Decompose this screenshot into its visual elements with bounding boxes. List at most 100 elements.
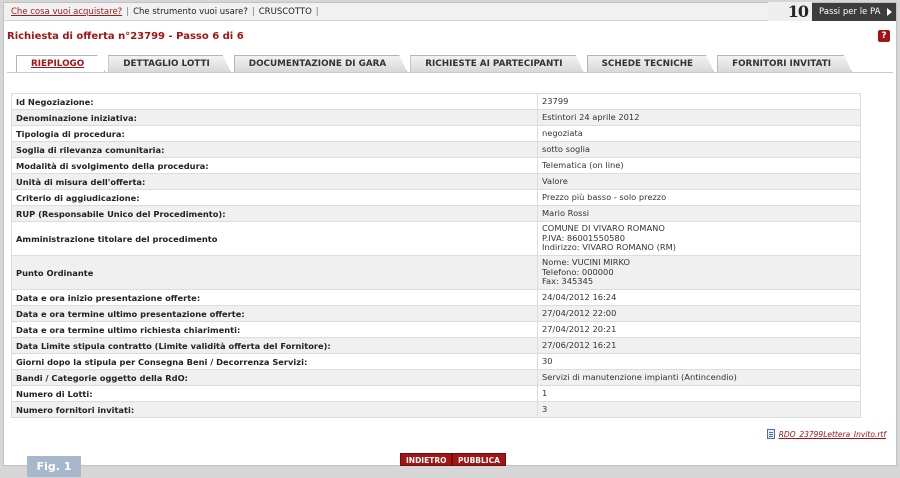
row-value-line: 23799 bbox=[542, 95, 569, 106]
row-key: Data e ora inizio presentazione offerte: bbox=[11, 289, 538, 306]
row-key: RUP (Responsabile Unico del Procedimento… bbox=[11, 205, 538, 222]
row-value-line: Prezzo più basso - solo prezzo bbox=[542, 191, 667, 202]
table-row: Data Limite stipula contratto (Limite va… bbox=[11, 337, 861, 354]
table-row: Tipologia di procedura: negoziata bbox=[11, 125, 861, 142]
row-value: negoziata bbox=[537, 125, 861, 142]
row-value: 1 bbox=[537, 385, 861, 402]
row-value-line: Telematica (on line) bbox=[542, 159, 624, 170]
row-key: Giorni dopo la stipula per Consegna Beni… bbox=[11, 353, 538, 370]
table-row: Bandi / Categorie oggetto della RdO: Serv… bbox=[11, 369, 861, 386]
table-row: Denominazione iniziativa: Estintori 24 ap… bbox=[11, 109, 861, 126]
top-links: Che cosa vuoi acquistare? | Che strumento … bbox=[11, 7, 323, 17]
back-button[interactable]: INDIETRO bbox=[400, 453, 453, 466]
row-value-line: Valore bbox=[542, 175, 568, 186]
table-row: Unità di misura dell'offerta: Valore bbox=[11, 173, 861, 190]
row-value: Mario Rossi bbox=[537, 205, 861, 222]
row-value-line: 27/04/2012 20:21 bbox=[542, 323, 617, 334]
tab-documentazione-gara[interactable]: DOCUMENTAZIONE DI GARA bbox=[234, 55, 407, 72]
badge-number: 10 bbox=[768, 2, 812, 21]
row-value: COMUNE DI VIVARO ROMANO P.IVA: 8600155058… bbox=[537, 221, 861, 256]
row-value: Valore bbox=[537, 173, 861, 190]
row-value: 30 bbox=[537, 353, 861, 370]
table-row: Punto Ordinante Nome: VUCINI MIRKO Telefon… bbox=[11, 255, 861, 290]
table-row: Data e ora inizio presentazione offerte:… bbox=[11, 289, 861, 306]
row-value: 27/04/2012 20:21 bbox=[537, 321, 861, 338]
separator: | bbox=[251, 7, 255, 17]
row-value: Estintori 24 aprile 2012 bbox=[537, 109, 861, 126]
tab-bar: RIEPILOGO DETTAGLIO LOTTI DOCUMENTAZIONE… bbox=[16, 55, 855, 72]
table-row: RUP (Responsabile Unico del Procedimento… bbox=[11, 205, 861, 222]
tab-riepilogo[interactable]: RIEPILOGO bbox=[16, 55, 105, 72]
table-row: Data e ora termine ultimo presentazione … bbox=[11, 305, 861, 322]
table-row: Amministrazione titolare del procediment… bbox=[11, 221, 861, 256]
row-key: Punto Ordinante bbox=[11, 255, 538, 290]
row-value-line: 24/04/2012 16:24 bbox=[542, 291, 617, 302]
screenshot-frame: Che cosa vuoi acquistare? | Che strumento … bbox=[0, 0, 900, 478]
row-value-line: Fax: 345345 bbox=[542, 276, 594, 287]
row-key: Id Negoziazione: bbox=[11, 93, 538, 110]
row-key: Amministrazione titolare del procediment… bbox=[11, 221, 538, 256]
table-row: Soglia di rilevanza comunitaria: sotto so… bbox=[11, 141, 861, 158]
row-key: Data e ora termine ultimo presentazione … bbox=[11, 305, 538, 322]
row-value-line: Indirizzo: VIVARO ROMANO (RM) bbox=[542, 242, 676, 253]
table-row: Numero fornitori invitati: 3 bbox=[11, 401, 861, 418]
link-che-strumento[interactable]: Che strumento vuoi usare? bbox=[133, 7, 248, 17]
row-value: Nome: VUCINI MIRKO Telefono: 000000 Fax: 3… bbox=[537, 255, 861, 290]
row-key: Denominazione iniziativa: bbox=[11, 109, 538, 126]
app-window: Che cosa vuoi acquistare? | Che strumento … bbox=[3, 2, 897, 466]
table-row: Id Negoziazione: 23799 bbox=[11, 93, 861, 110]
badge-label-box: Passi per le PA bbox=[812, 3, 896, 21]
row-value-line: 1 bbox=[542, 387, 548, 398]
row-value-line: sotto soglia bbox=[542, 143, 590, 154]
tab-divider bbox=[7, 72, 893, 73]
row-value-line: 27/06/2012 16:21 bbox=[542, 339, 617, 350]
table-row: Modalità di svolgimento della procedura:… bbox=[11, 157, 861, 174]
link-cruscotto[interactable]: CRUSCOTTO bbox=[259, 7, 312, 17]
row-value-line: negoziata bbox=[542, 127, 583, 138]
document-icon bbox=[766, 429, 775, 439]
row-key: Data e ora termine ultimo richiesta chia… bbox=[11, 321, 538, 338]
row-value: 27/06/2012 16:21 bbox=[537, 337, 861, 354]
tab-fornitori-invitati[interactable]: FORNITORI INVITATI bbox=[717, 55, 852, 72]
attachment-link[interactable]: RDO_23799Lettera_Invito.rtf bbox=[766, 429, 886, 439]
row-key: Numero fornitori invitati: bbox=[11, 401, 538, 418]
separator: | bbox=[126, 7, 130, 17]
table-row: Numero di Lotti: 1 bbox=[11, 385, 861, 402]
separator: | bbox=[315, 7, 319, 17]
tab-dettaglio-lotti[interactable]: DETTAGLIO LOTTI bbox=[108, 55, 231, 72]
attachment-label[interactable]: RDO_23799Lettera_Invito.rtf bbox=[779, 430, 886, 439]
row-value: 3 bbox=[537, 401, 861, 418]
row-value-line: 30 bbox=[542, 355, 553, 366]
row-value: sotto soglia bbox=[537, 141, 861, 158]
row-value: 27/04/2012 22:00 bbox=[537, 305, 861, 322]
passi-pa-badge[interactable]: 10 Passi per le PA bbox=[768, 2, 896, 21]
row-value: Prezzo più basso - solo prezzo bbox=[537, 189, 861, 206]
link-cosa-acquistare[interactable]: Che cosa vuoi acquistare? bbox=[11, 7, 122, 17]
arrow-right-icon bbox=[887, 8, 892, 16]
tab-schede-tecniche[interactable]: SCHEDE TECNICHE bbox=[587, 55, 714, 72]
summary-table: Id Negoziazione: 23799 Denominazione inizi… bbox=[11, 93, 861, 418]
badge-label: Passi per le PA bbox=[819, 7, 881, 17]
row-value-line: 27/04/2012 22:00 bbox=[542, 307, 617, 318]
publish-button[interactable]: PUBBLICA bbox=[452, 453, 506, 466]
table-row: Criterio di aggiudicazione: Prezzo più ba… bbox=[11, 189, 861, 206]
page-title: Richiesta di offerta n°23799 - Passo 6 d… bbox=[7, 31, 244, 42]
row-key: Numero di Lotti: bbox=[11, 385, 538, 402]
row-key: Bandi / Categorie oggetto della RdO: bbox=[11, 369, 538, 386]
tab-richieste-partecipanti[interactable]: RICHIESTE AI PARTECIPANTI bbox=[410, 55, 583, 72]
row-key: Unità di misura dell'offerta: bbox=[11, 173, 538, 190]
top-navigation-bar: Che cosa vuoi acquistare? | Che strumento … bbox=[4, 2, 896, 21]
table-row: Giorni dopo la stipula per Consegna Beni… bbox=[11, 353, 861, 370]
table-row: Data e ora termine ultimo richiesta chia… bbox=[11, 321, 861, 338]
row-value-line: Estintori 24 aprile 2012 bbox=[542, 111, 640, 122]
row-value-line: 3 bbox=[542, 403, 548, 414]
row-value: 23799 bbox=[537, 93, 861, 110]
row-value-line: Servizi di manutenzione impianti (Antinc… bbox=[542, 371, 737, 382]
row-key: Tipologia di procedura: bbox=[11, 125, 538, 142]
row-key: Criterio di aggiudicazione: bbox=[11, 189, 538, 206]
help-icon[interactable]: ? bbox=[878, 30, 890, 42]
figure-caption: Fig. 1 bbox=[27, 456, 81, 477]
row-key: Data Limite stipula contratto (Limite va… bbox=[11, 337, 538, 354]
row-value-line: Mario Rossi bbox=[542, 207, 590, 218]
row-key: Soglia di rilevanza comunitaria: bbox=[11, 141, 538, 158]
